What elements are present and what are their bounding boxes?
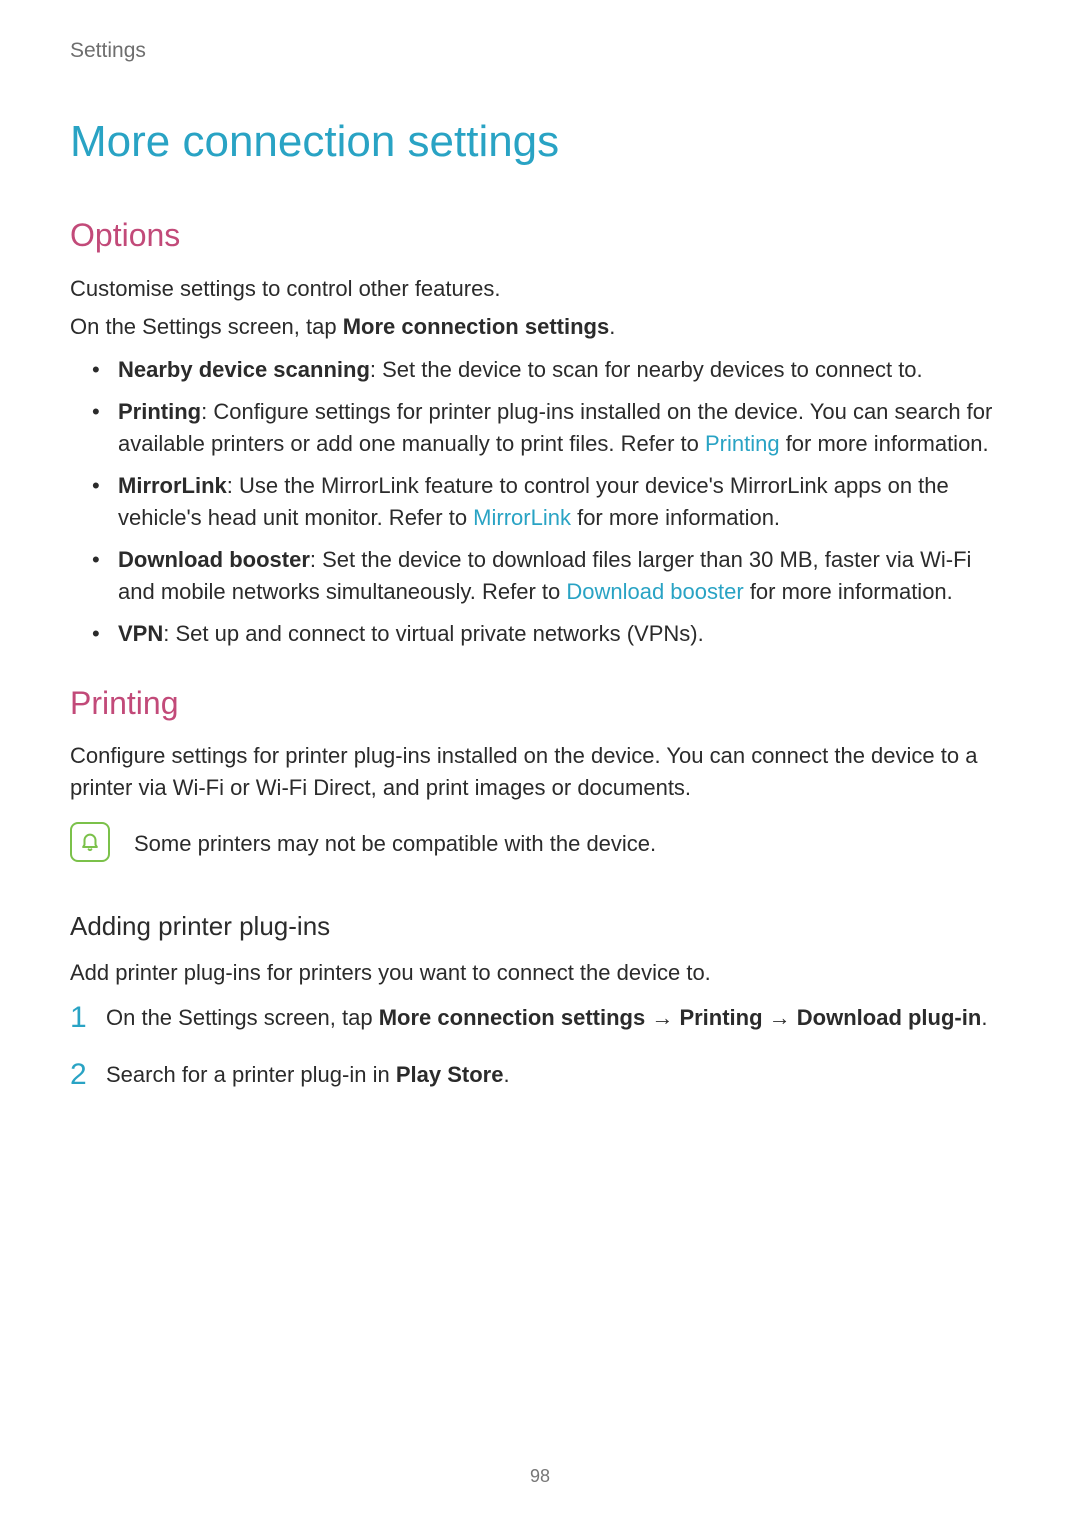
section-printing-heading: Printing: [70, 680, 1010, 726]
options-intro-2-post: .: [609, 314, 615, 339]
option-nearby-device-scanning: Nearby device scanning: Set the device t…: [70, 354, 1010, 386]
section-options-heading: Options: [70, 212, 1010, 258]
options-intro-1: Customise settings to control other feat…: [70, 273, 1010, 305]
option-vpn: VPN: Set up and connect to virtual priva…: [70, 618, 1010, 650]
option-name: Printing: [118, 399, 201, 424]
step-text-post: .: [503, 1062, 509, 1087]
page-container: Settings More connection settings Option…: [0, 0, 1080, 1527]
option-name: MirrorLink: [118, 473, 227, 498]
option-name: Download booster: [118, 547, 310, 572]
options-intro-2: On the Settings screen, tap More connect…: [70, 311, 1010, 343]
printing-intro: Configure settings for printer plug-ins …: [70, 740, 1010, 804]
option-text-post: for more information.: [744, 579, 953, 604]
option-text-post: for more information.: [571, 505, 780, 530]
subsection-adding-plugins: Adding printer plug-ins: [70, 908, 1010, 946]
note-text: Some printers may not be compatible with…: [134, 822, 656, 860]
step-text-post: .: [981, 1005, 987, 1030]
step-number: 1: [70, 995, 87, 1040]
bell-icon: [70, 822, 110, 862]
link-printing[interactable]: Printing: [705, 431, 780, 456]
option-text: : Set the device to scan for nearby devi…: [370, 357, 923, 382]
option-text-post: for more information.: [780, 431, 989, 456]
step-strong-3: Download plug-in: [797, 1005, 982, 1030]
link-download-booster[interactable]: Download booster: [566, 579, 743, 604]
step-text-pre: On the Settings screen, tap: [106, 1005, 379, 1030]
step-strong-1: Play Store: [396, 1062, 504, 1087]
step-text-pre: Search for a printer plug-in in: [106, 1062, 396, 1087]
option-printing: Printing: Configure settings for printer…: [70, 396, 1010, 460]
subsection-intro: Add printer plug-ins for printers you wa…: [70, 957, 1010, 989]
step-2: 2 Search for a printer plug-in in Play S…: [70, 1058, 1010, 1091]
option-name: Nearby device scanning: [118, 357, 370, 382]
steps-list: 1 On the Settings screen, tap More conne…: [70, 1001, 1010, 1091]
page-number: 98: [0, 1463, 1080, 1489]
option-mirrorlink: MirrorLink: Use the MirrorLink feature t…: [70, 470, 1010, 534]
options-intro-2-pre: On the Settings screen, tap: [70, 314, 343, 339]
breadcrumb: Settings: [70, 36, 1010, 66]
arrow-icon: →: [645, 1005, 679, 1030]
step-strong-1: More connection settings: [379, 1005, 645, 1030]
step-strong-2: Printing: [679, 1005, 762, 1030]
option-download-booster: Download booster: Set the device to down…: [70, 544, 1010, 608]
arrow-icon: →: [763, 1005, 797, 1030]
options-intro-2-strong: More connection settings: [343, 314, 609, 339]
option-name: VPN: [118, 621, 163, 646]
options-list: Nearby device scanning: Set the device t…: [70, 354, 1010, 649]
link-mirrorlink[interactable]: MirrorLink: [473, 505, 571, 530]
step-1: 1 On the Settings screen, tap More conne…: [70, 1001, 1010, 1034]
note-row: Some printers may not be compatible with…: [70, 822, 1010, 862]
step-number: 2: [70, 1052, 87, 1097]
page-title: More connection settings: [70, 110, 1010, 174]
option-text: : Set up and connect to virtual private …: [163, 621, 703, 646]
